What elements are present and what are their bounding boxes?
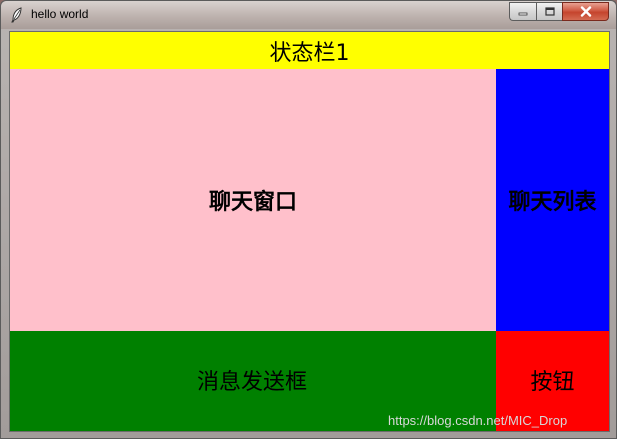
app-window: hello world 状态栏1 聊天窗口 聊天列表 消息发送框 按钮 http… (0, 0, 617, 439)
watermark: https://blog.csdn.net/MIC_Drop (388, 413, 568, 428)
message-input-label: 消息发送框 (196, 370, 307, 395)
window-title: hello world (31, 7, 89, 21)
minimize-icon (518, 12, 528, 15)
maximize-button[interactable] (536, 2, 562, 21)
title-bar[interactable]: hello world (1, 1, 616, 29)
close-icon (580, 6, 591, 17)
chat-window-label: 聊天窗口 (208, 190, 297, 215)
status-bar-label: 状态栏1 (269, 40, 350, 66)
chat-window: 聊天窗口 (10, 69, 496, 331)
feather-icon (11, 7, 22, 23)
window-controls (509, 2, 609, 21)
minimize-button[interactable] (509, 2, 536, 21)
chat-list: 聊天列表 (496, 69, 609, 331)
send-button-label: 按钮 (530, 370, 575, 395)
status-bar: 状态栏1 (10, 32, 609, 69)
chat-list-label: 聊天列表 (508, 190, 597, 215)
client-area: 状态栏1 聊天窗口 聊天列表 消息发送框 按钮 (9, 31, 610, 432)
close-button[interactable] (562, 2, 609, 21)
maximize-icon (544, 7, 555, 16)
